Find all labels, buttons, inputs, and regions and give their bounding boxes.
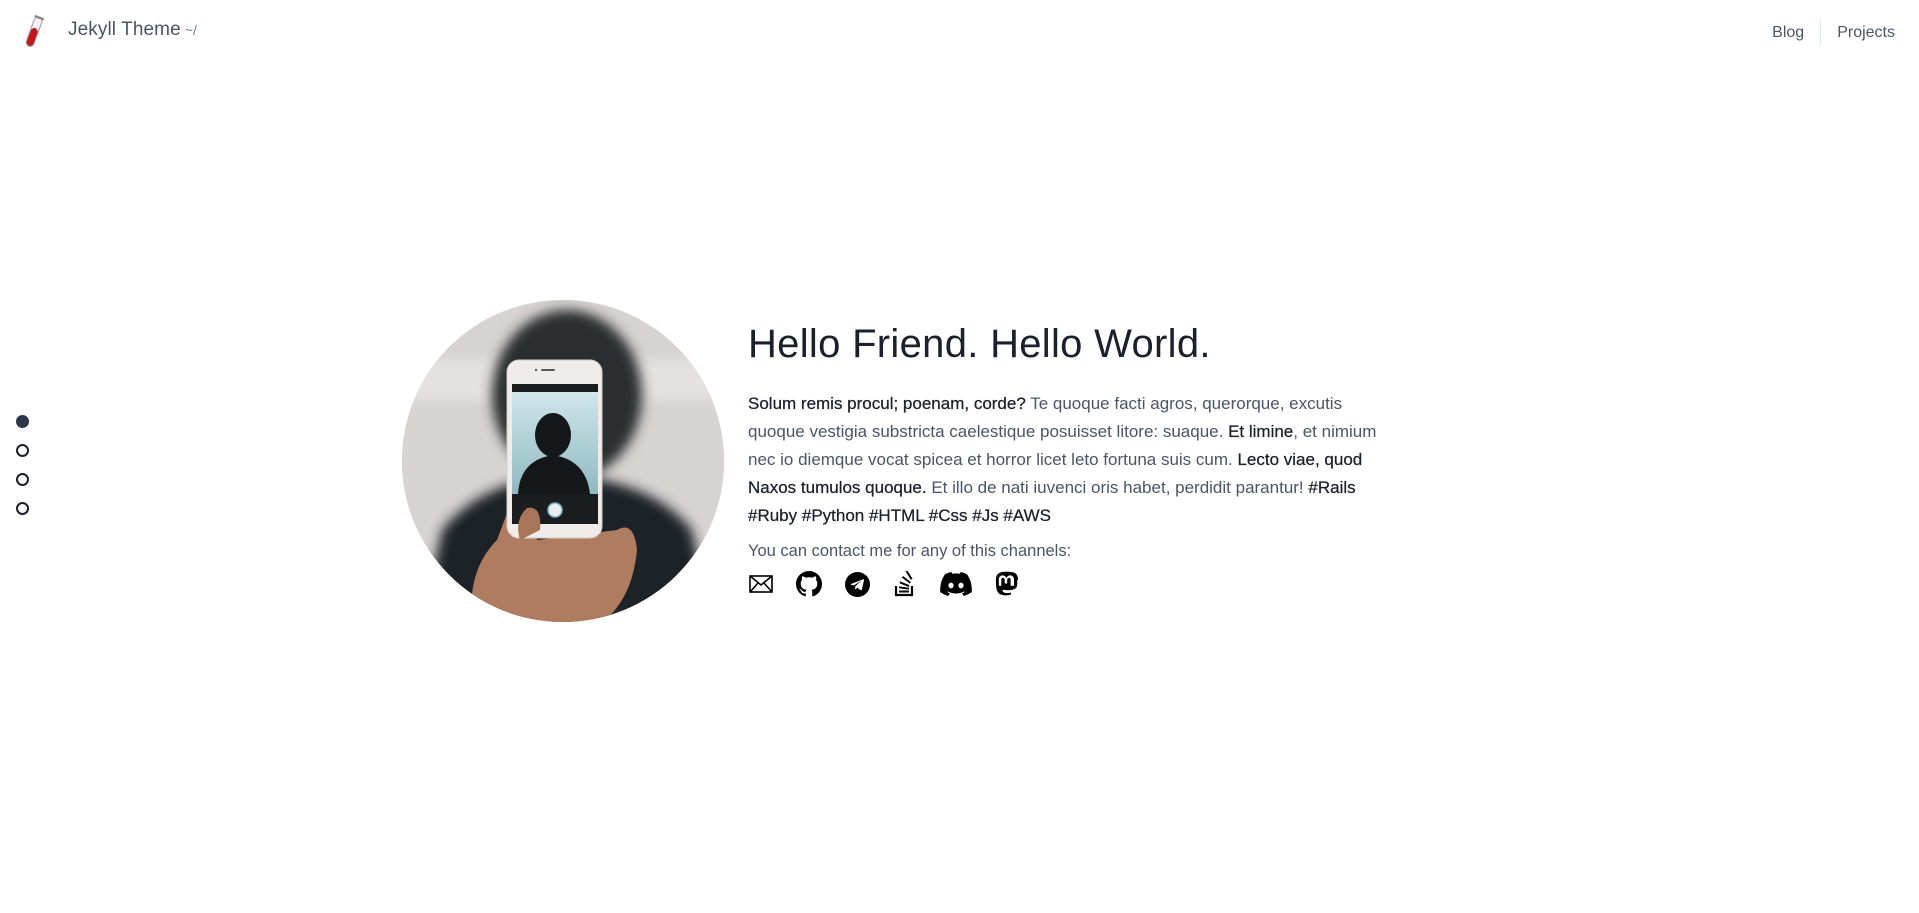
section-dot-2[interactable] (16, 444, 29, 457)
bio-text: Et illo de nati iuvenci oris habet, perd… (926, 478, 1309, 497)
stackoverflow-link[interactable] (892, 571, 918, 597)
bio-bold-text: Et limine (1228, 422, 1294, 441)
mastodon-link[interactable] (994, 571, 1020, 597)
page-title: Hello Friend. Hello World. (748, 322, 1211, 366)
github-icon (796, 571, 822, 597)
site-title: Jekyll Theme (68, 19, 181, 40)
main-nav: Blog Projects (1756, 20, 1895, 46)
contact-channels (748, 571, 1388, 597)
mastodon-icon (995, 571, 1018, 596)
bio-bold-text: Solum remis procul; poenam, corde? (748, 394, 1026, 413)
github-link[interactable] (796, 571, 822, 597)
test-tube-icon (25, 15, 45, 47)
site-header: Jekyll Theme ~/ Blog Projects (0, 0, 1919, 64)
nav-blog-link[interactable]: Blog (1756, 20, 1820, 46)
email-link[interactable] (748, 571, 774, 597)
site-title-link[interactable]: Jekyll Theme ~/ (68, 19, 197, 41)
contact-text: You can contact me for any of this chann… (748, 542, 1072, 560)
section-dot-4[interactable] (16, 502, 29, 515)
avatar (402, 300, 724, 622)
nav-projects-link[interactable]: Projects (1821, 20, 1895, 46)
stackoverflow-icon (894, 571, 914, 597)
telegram-link[interactable] (844, 571, 870, 597)
section-dot-1[interactable] (16, 415, 29, 428)
envelope-icon (749, 575, 773, 593)
discord-link[interactable] (940, 571, 972, 597)
hero-content: Hello Friend. Hello World. Solum remis p… (748, 320, 1388, 597)
bio-paragraph: Solum remis procul; poenam, corde? Te qu… (748, 390, 1388, 530)
logo-link[interactable] (22, 14, 46, 50)
site-title-suffix: ~/ (184, 22, 198, 38)
section-dot-nav (16, 415, 29, 515)
discord-icon (940, 572, 972, 596)
avatar-photo (402, 300, 724, 622)
section-dot-3[interactable] (16, 473, 29, 486)
telegram-icon (844, 571, 870, 597)
